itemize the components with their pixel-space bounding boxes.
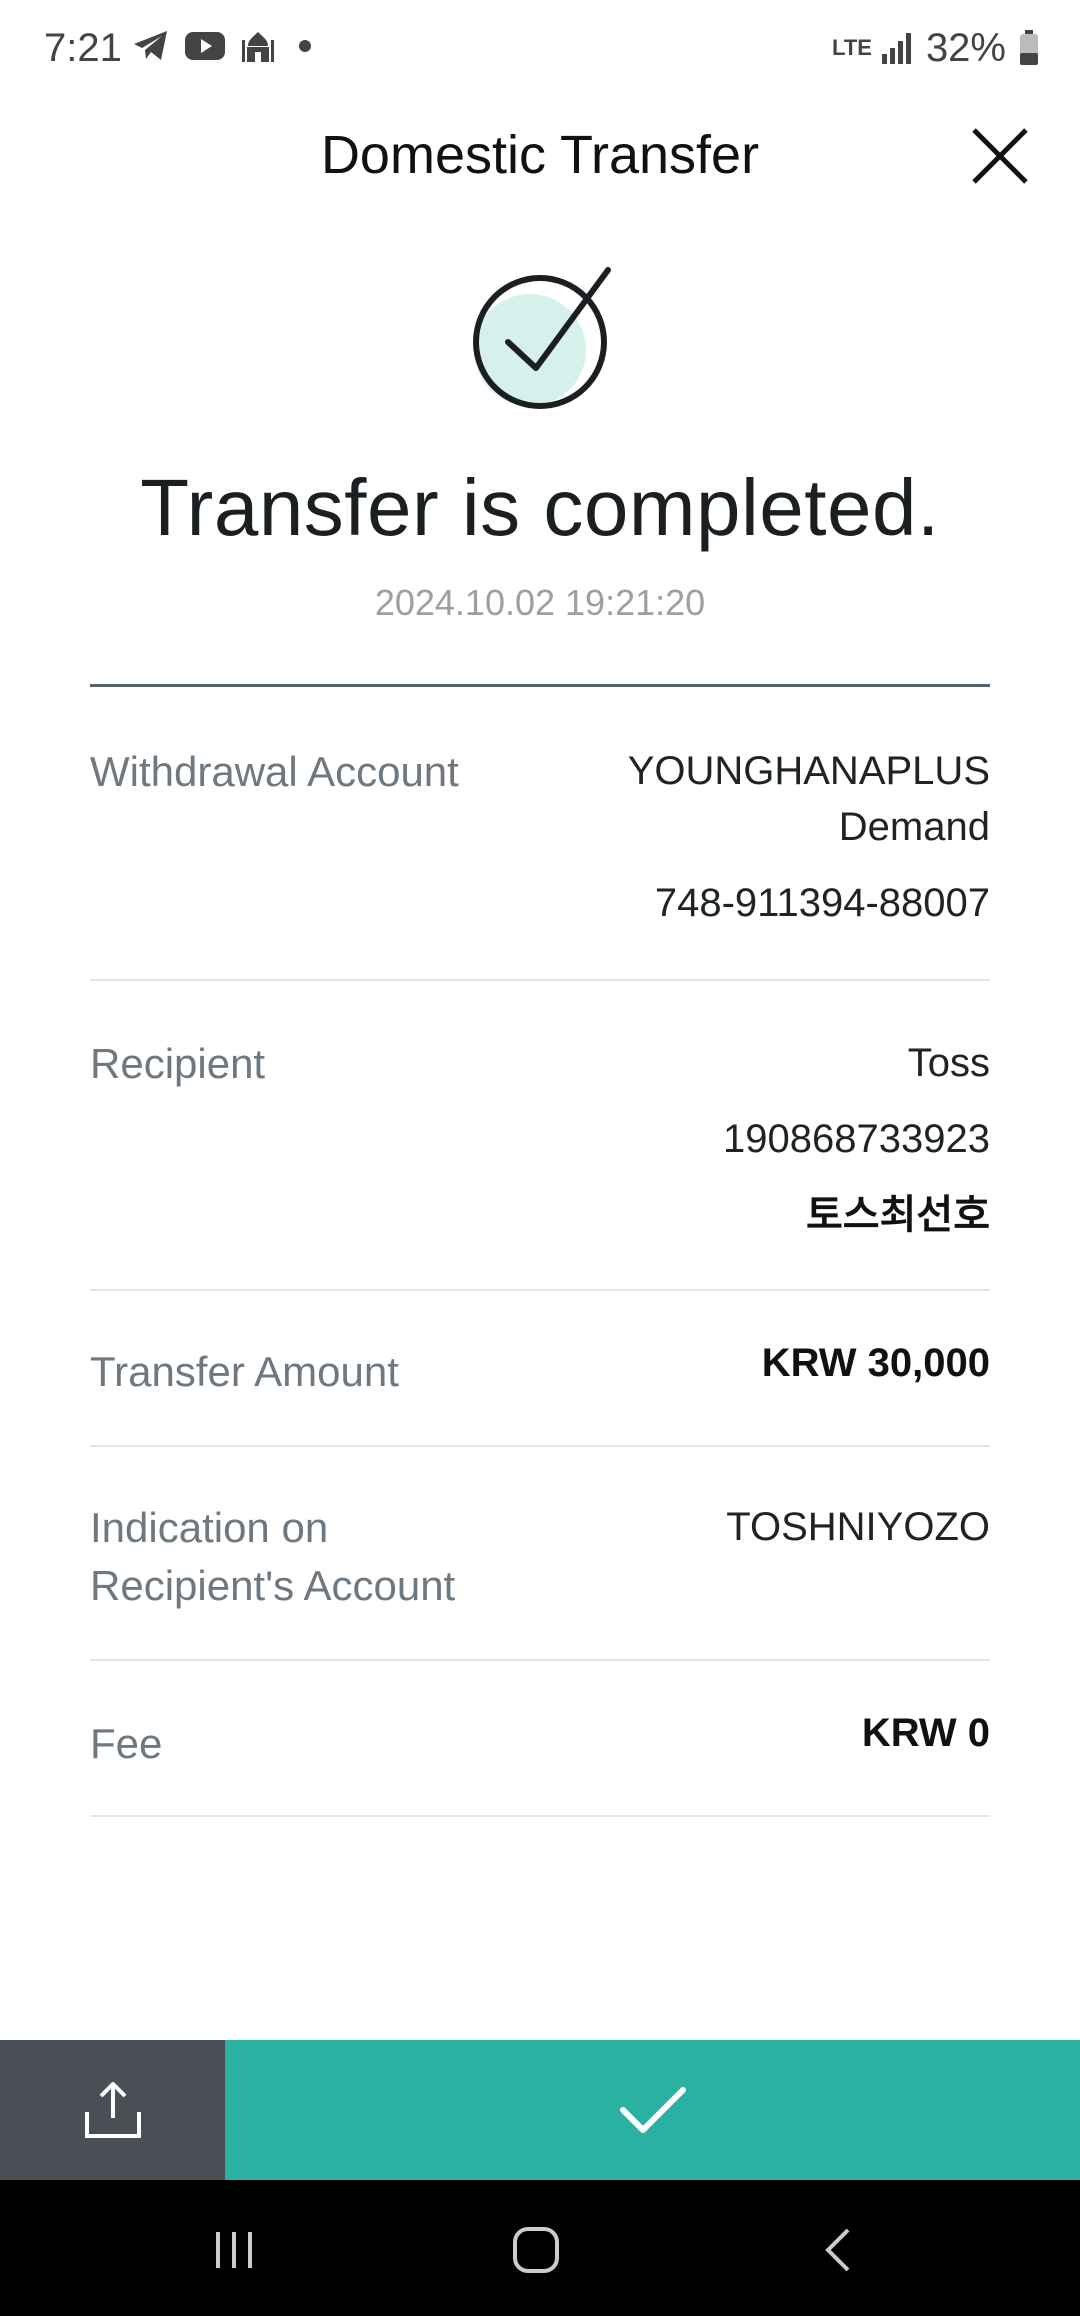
transfer-details: Withdrawal Account YOUNGHANAPLUS Demand …	[90, 684, 990, 1817]
close-button[interactable]	[966, 122, 1034, 190]
status-right: LTE 32%	[832, 22, 1040, 74]
share-icon	[84, 2082, 141, 2138]
withdrawal-account-number: 748-911394-88007	[654, 881, 990, 925]
mosque-icon	[242, 32, 274, 62]
recipient-bank: Toss	[907, 1041, 990, 1085]
battery-percent: 32%	[925, 26, 1006, 70]
result-title: Transfer is completed.	[140, 463, 940, 552]
youtube-icon	[185, 32, 225, 60]
header: Domestic Transfer	[0, 110, 1080, 202]
back-icon	[825, 2228, 850, 2272]
checkmark-icon	[619, 2087, 686, 2133]
recipient-row: Recipient Toss 190868733923 토스최선호	[90, 981, 990, 1291]
share-button[interactable]	[0, 2040, 225, 2180]
close-icon	[972, 128, 1028, 184]
transfer-complete-screen: 7:21 LTE 32% Domestic Transfer Transfer …	[0, 0, 1080, 2316]
battery-icon	[1020, 30, 1038, 65]
back-button[interactable]	[810, 2220, 870, 2280]
indication-row: Indication on Recipient's Account TOSHNI…	[90, 1447, 990, 1661]
indication-label-line2: Recipient's Account	[90, 1562, 456, 1609]
system-nav-bar	[0, 2180, 1080, 2316]
withdrawal-account-name-line2: Demand	[838, 805, 990, 849]
transfer-amount-label: Transfer Amount	[90, 1348, 399, 1395]
telegram-icon	[134, 31, 167, 60]
confirm-button[interactable]	[225, 2040, 1080, 2180]
notification-icons	[132, 28, 320, 64]
notification-dot-icon	[299, 40, 311, 52]
recent-apps-button[interactable]	[204, 2220, 264, 2280]
home-icon	[513, 2227, 559, 2273]
withdrawal-account-values: YOUNGHANAPLUS Demand 748-911394-88007	[570, 743, 990, 931]
transfer-amount-row: Transfer Amount KRW 30,000	[90, 1291, 990, 1447]
recipient-label: Recipient	[90, 1040, 266, 1087]
transfer-amount-value: KRW 30,000	[761, 1341, 990, 1385]
recipient-account-number: 190868733923	[723, 1117, 990, 1161]
fee-row: Fee KRW 0	[90, 1661, 990, 1817]
signal-icon	[881, 33, 911, 64]
transfer-timestamp: 2024.10.02 19:21:20	[374, 582, 706, 623]
recipient-values: Toss 190868733923 토스최선호	[723, 1035, 990, 1243]
status-time: 7:21	[44, 26, 122, 70]
check-circle-icon	[473, 267, 611, 409]
indication-label: Indication on Recipient's Account	[90, 1499, 455, 1615]
fee-label: Fee	[90, 1720, 163, 1767]
withdrawal-account-row: Withdrawal Account YOUNGHANAPLUS Demand …	[90, 687, 990, 981]
withdrawal-account-label: Withdrawal Account	[90, 748, 459, 795]
fee-value: KRW 0	[861, 1711, 990, 1755]
action-bar	[0, 2040, 1080, 2180]
indication-value: TOSHNIYOZO	[726, 1505, 990, 1549]
recent-apps-icon	[216, 2232, 252, 2268]
withdrawal-account-name-line1: YOUNGHANAPLUS	[627, 749, 990, 793]
home-button[interactable]	[506, 2220, 566, 2280]
indication-label-line1: Indication on	[90, 1504, 329, 1551]
page-title: Domestic Transfer	[320, 125, 760, 185]
status-bar: 7:21 LTE 32%	[0, 0, 1080, 96]
network-type: LTE	[832, 35, 872, 60]
recipient-name: 토스최선호	[806, 1193, 990, 1237]
